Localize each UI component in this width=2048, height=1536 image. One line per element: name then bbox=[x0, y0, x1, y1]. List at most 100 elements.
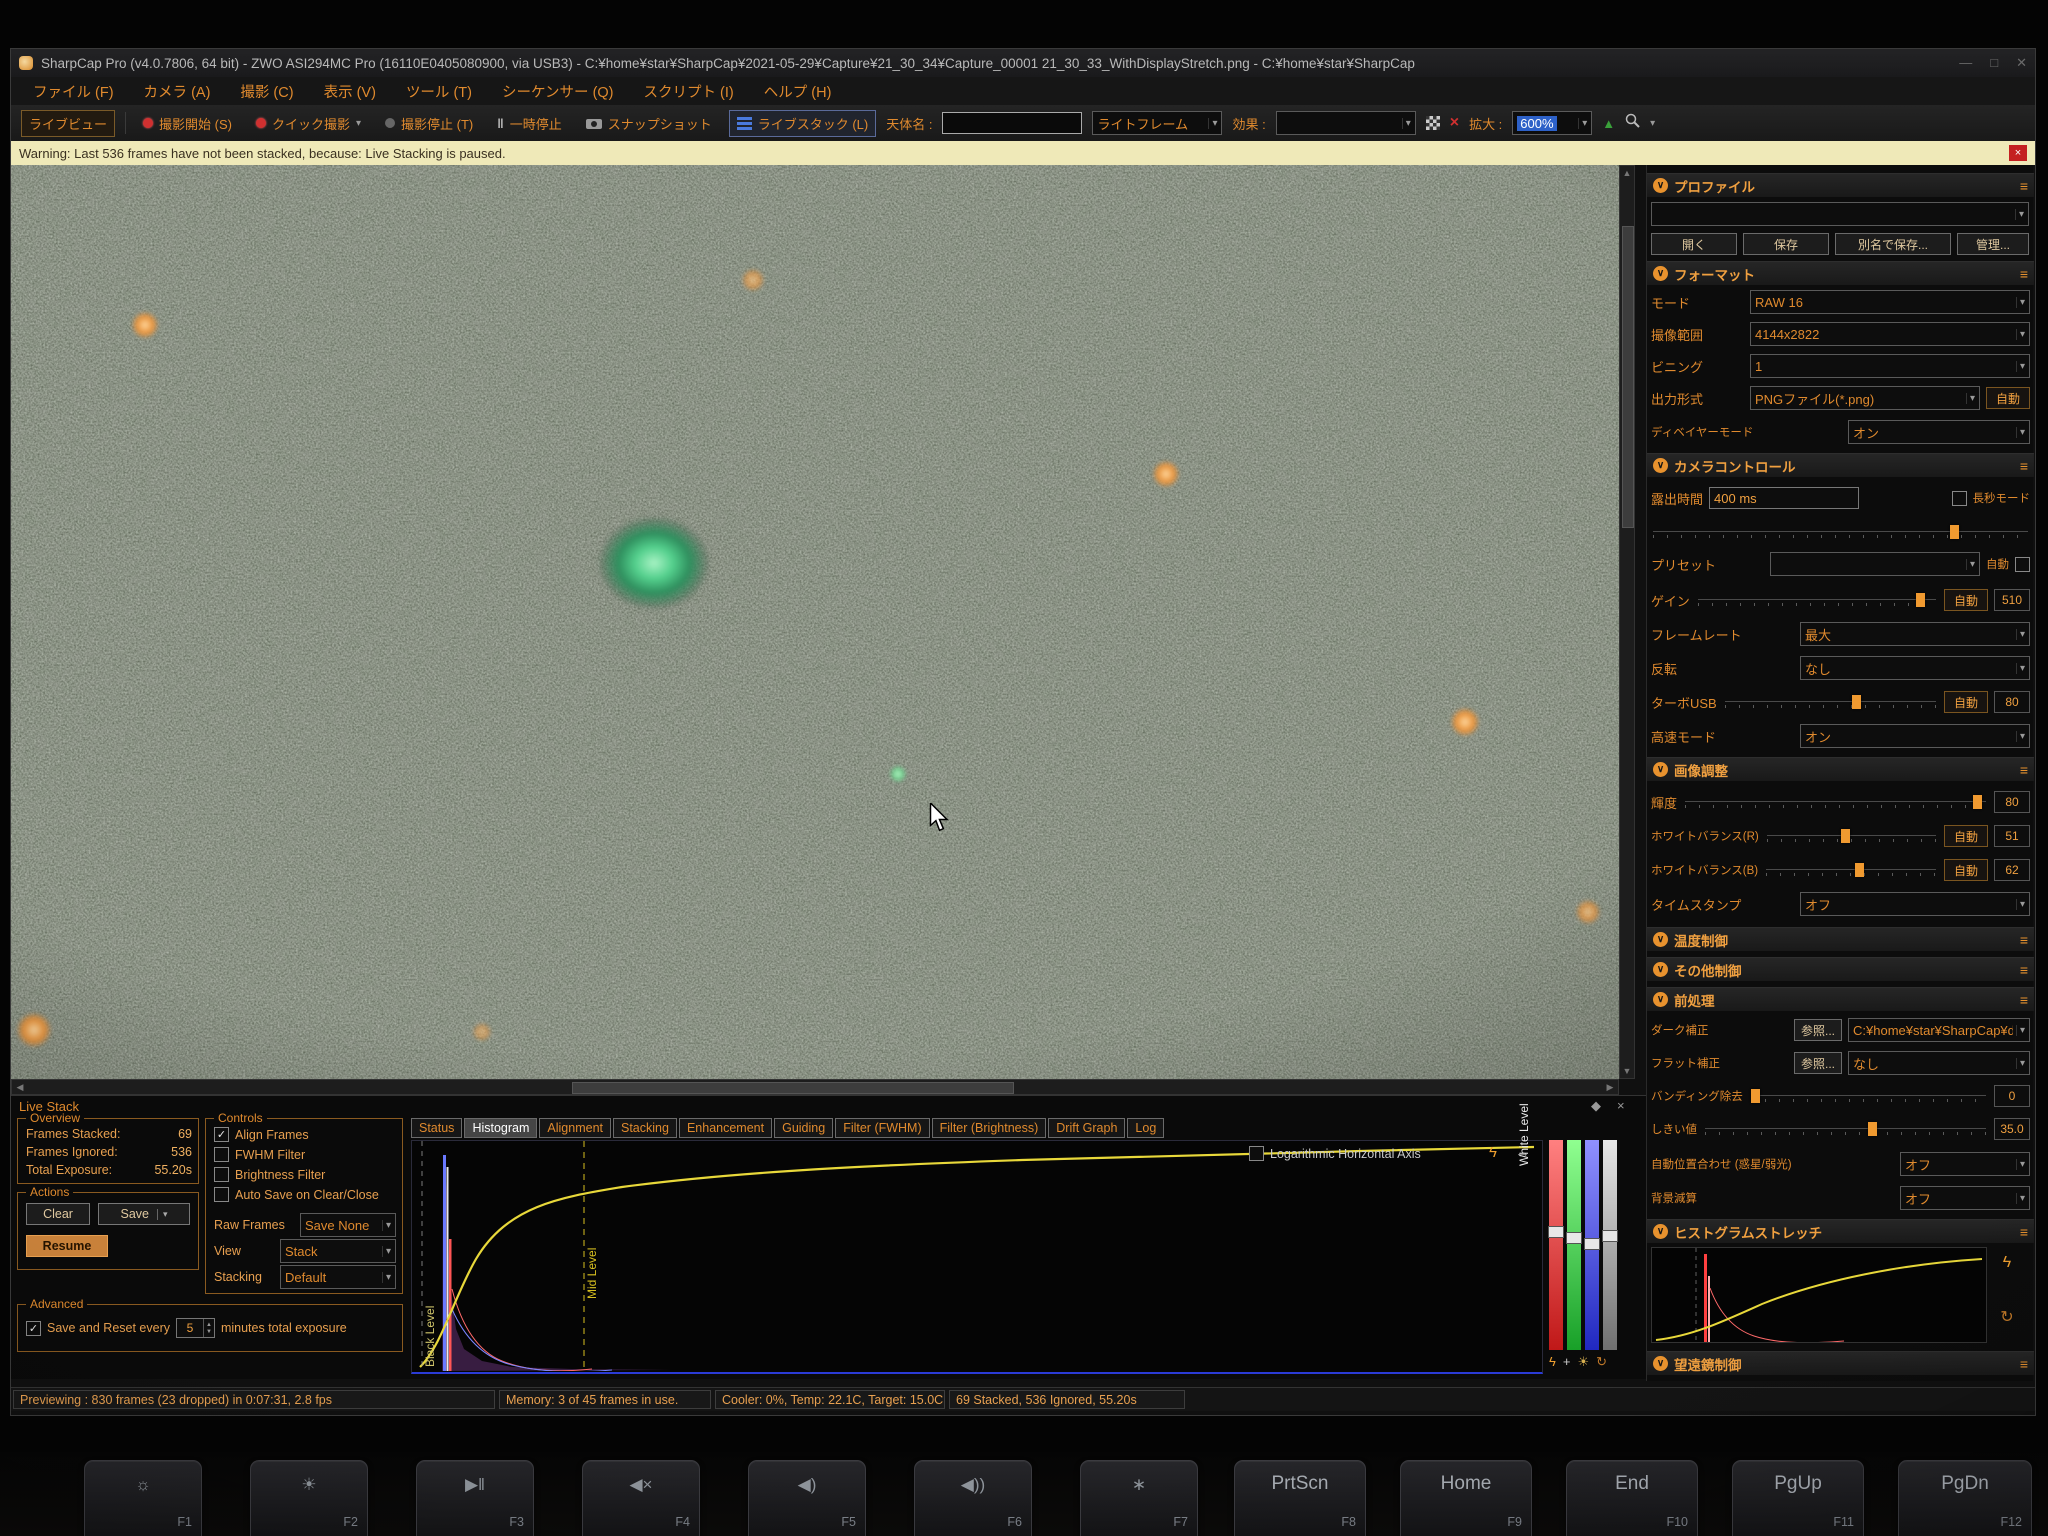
brightness-slider[interactable] bbox=[1683, 791, 1988, 813]
luminance-level-bar[interactable] bbox=[1602, 1140, 1618, 1350]
effects-dropdown[interactable]: ▾ bbox=[1275, 111, 1416, 135]
chevron-down-icon[interactable]: ▾ bbox=[1650, 118, 1655, 129]
image-viewer[interactable] bbox=[11, 165, 1619, 1079]
profile-save-button[interactable]: 保存 bbox=[1743, 233, 1829, 255]
section-menu-icon[interactable]: ≡ bbox=[2020, 962, 2028, 978]
section-profile[interactable]: ∨ プロファイル ≡ bbox=[1647, 173, 2034, 197]
wb-red-slider[interactable] bbox=[1765, 825, 1938, 847]
turbo-usb-auto-button[interactable]: 自動 bbox=[1944, 691, 1988, 713]
scroll-thumb[interactable] bbox=[1622, 226, 1634, 528]
histogram-lightning-icon[interactable]: ϟ bbox=[1489, 1144, 1497, 1161]
warning-close-icon[interactable]: × bbox=[2009, 145, 2027, 161]
tab-alignment[interactable]: Alignment bbox=[539, 1118, 611, 1138]
profile-dropdown[interactable]: ▾ bbox=[1651, 202, 2029, 226]
key-f5[interactable]: ◀) F5 bbox=[748, 1460, 866, 1536]
background-subtract-dropdown[interactable]: オフ ▾ bbox=[1900, 1186, 2030, 1210]
stretch-histogram[interactable] bbox=[1651, 1247, 1987, 1344]
clear-button[interactable]: Clear bbox=[26, 1203, 90, 1225]
tab-filter-brightness[interactable]: Filter (Brightness) bbox=[931, 1118, 1047, 1138]
collapse-chevron-icon[interactable]: ∨ bbox=[1653, 1224, 1668, 1239]
binning-dropdown[interactable]: 1 ▾ bbox=[1750, 354, 2030, 378]
section-image-controls[interactable]: ∨ 画像調整 ≡ bbox=[1647, 757, 2034, 781]
tab-log[interactable]: Log bbox=[1127, 1118, 1165, 1138]
auto-save-checkbox[interactable] bbox=[214, 1187, 229, 1202]
step-up-icon[interactable]: ▲ bbox=[206, 1322, 212, 1328]
minimize-icon[interactable]: — bbox=[1959, 55, 1972, 71]
align-frames-checkbox[interactable]: ✓ bbox=[214, 1127, 229, 1142]
log-axis-checkbox[interactable] bbox=[1249, 1146, 1264, 1161]
scroll-up-icon[interactable]: ▲ bbox=[1620, 168, 1634, 178]
scroll-thumb[interactable] bbox=[572, 1082, 1014, 1094]
capture-area-dropdown[interactable]: 4144x2822 ▾ bbox=[1750, 322, 2030, 346]
flat-file-dropdown[interactable]: なし ▾ bbox=[1848, 1051, 2030, 1075]
key-pgdn[interactable]: PgDn F12 bbox=[1898, 1460, 2032, 1536]
wb-blue-auto-button[interactable]: 自動 bbox=[1944, 859, 1988, 881]
slider-thumb[interactable] bbox=[1751, 1089, 1761, 1103]
stacking-dropdown[interactable]: Default ▾ bbox=[280, 1265, 396, 1289]
gain-auto-button[interactable]: 自動 bbox=[1944, 589, 1988, 611]
section-camera-controls[interactable]: ∨ カメラコントロール ≡ bbox=[1647, 453, 2034, 477]
dark-file-dropdown[interactable]: C:¥home¥star¥SharpCap¥darks¥ZWO…▾ bbox=[1848, 1018, 2030, 1042]
step-down-icon[interactable]: ▼ bbox=[206, 1329, 212, 1335]
stretch-apply-lightning-icon[interactable]: ϟ bbox=[1995, 1251, 2019, 1275]
title-bar[interactable]: SharpCap Pro (v4.0.7806, 64 bit) - ZWO A… bbox=[11, 49, 2035, 77]
fwhm-filter-checkbox[interactable] bbox=[214, 1147, 229, 1162]
minutes-input[interactable] bbox=[177, 1319, 203, 1337]
snapshot-button[interactable]: スナップショット bbox=[579, 111, 719, 136]
scroll-right-icon[interactable]: ▶ bbox=[1602, 1082, 1618, 1093]
section-histogram-stretch[interactable]: ∨ ヒストグラムストレッチ ≡ bbox=[1647, 1219, 2034, 1243]
luminance-level-handle[interactable] bbox=[1602, 1230, 1618, 1242]
key-prtscn[interactable]: PrtScn F8 bbox=[1234, 1460, 1366, 1536]
tab-filter-fwhm[interactable]: Filter (FWHM) bbox=[835, 1118, 930, 1138]
slider-thumb[interactable] bbox=[1972, 795, 1982, 809]
live-view-button[interactable]: ライブビュー bbox=[21, 109, 116, 137]
close-icon[interactable]: ✕ bbox=[2016, 55, 2027, 71]
menu-view[interactable]: 表示 (V) bbox=[324, 81, 376, 102]
wb-red-auto-button[interactable]: 自動 bbox=[1944, 825, 1988, 847]
red-level-bar[interactable] bbox=[1548, 1140, 1564, 1350]
pin-icon[interactable]: ◆ bbox=[1591, 1098, 1601, 1114]
gain-slider[interactable] bbox=[1696, 589, 1938, 611]
pause-button[interactable]: ‖ 一時停止 bbox=[490, 111, 568, 136]
tab-enhancement[interactable]: Enhancement bbox=[678, 1118, 773, 1138]
collapse-chevron-icon[interactable]: ∨ bbox=[1653, 992, 1668, 1007]
menu-file[interactable]: ファイル (F) bbox=[33, 81, 114, 102]
tab-stacking[interactable]: Stacking bbox=[613, 1118, 677, 1138]
collapse-chevron-icon[interactable]: ∨ bbox=[1653, 762, 1668, 777]
slider-thumb[interactable] bbox=[1854, 863, 1864, 877]
key-f3[interactable]: ▶‖ F3 bbox=[416, 1460, 534, 1536]
vertical-scrollbar[interactable]: ▲ ▼ bbox=[1619, 165, 1635, 1079]
section-menu-icon[interactable]: ≡ bbox=[2020, 932, 2028, 948]
section-menu-icon[interactable]: ≡ bbox=[2020, 266, 2028, 282]
profile-open-button[interactable]: 開く bbox=[1651, 233, 1737, 255]
green-level-handle[interactable] bbox=[1566, 1232, 1582, 1244]
horizontal-scrollbar[interactable]: ◀ ▶ bbox=[11, 1079, 1619, 1095]
key-pgup[interactable]: PgUp F11 bbox=[1732, 1460, 1864, 1536]
slider-thumb[interactable] bbox=[1851, 695, 1861, 709]
tab-histogram[interactable]: Histogram bbox=[464, 1118, 538, 1138]
mode-dropdown[interactable]: RAW 16 ▾ bbox=[1750, 290, 2030, 314]
slider-thumb[interactable] bbox=[1916, 593, 1926, 607]
collapse-chevron-icon[interactable]: ∨ bbox=[1653, 458, 1668, 473]
preset-auto-checkbox[interactable] bbox=[2015, 556, 2030, 572]
section-preprocessing[interactable]: ∨ 前処理 ≡ bbox=[1647, 987, 2034, 1011]
tab-drift-graph[interactable]: Drift Graph bbox=[1048, 1118, 1126, 1138]
section-menu-icon[interactable]: ≡ bbox=[2020, 992, 2028, 1008]
save-button[interactable]: Save ▾ bbox=[98, 1203, 190, 1225]
stretch-reset-icon[interactable]: ↻ bbox=[1995, 1305, 2019, 1329]
profile-save-as-button[interactable]: 別名で保存... bbox=[1835, 233, 1951, 255]
banding-slider[interactable] bbox=[1749, 1085, 1988, 1107]
key-f6[interactable]: ◀)) F6 bbox=[914, 1460, 1032, 1536]
section-menu-icon[interactable]: ≡ bbox=[2020, 1356, 2028, 1372]
collapse-chevron-icon[interactable]: ∨ bbox=[1653, 932, 1668, 947]
reset-icon[interactable]: ↻ bbox=[1596, 1354, 1607, 1370]
scroll-left-icon[interactable]: ◀ bbox=[12, 1082, 28, 1093]
blue-level-handle[interactable] bbox=[1584, 1238, 1600, 1250]
collapse-chevron-icon[interactable]: ∨ bbox=[1653, 266, 1668, 281]
flat-browse-button[interactable]: 参照... bbox=[1793, 1052, 1842, 1074]
menu-tools[interactable]: ツール (T) bbox=[406, 81, 472, 102]
slider-thumb[interactable] bbox=[1840, 829, 1850, 843]
collapse-chevron-icon[interactable]: ∨ bbox=[1653, 962, 1668, 977]
clear-effect-icon[interactable]: × bbox=[1450, 114, 1459, 132]
capture-stop-button[interactable]: 撮影停止 (T) bbox=[378, 111, 480, 136]
